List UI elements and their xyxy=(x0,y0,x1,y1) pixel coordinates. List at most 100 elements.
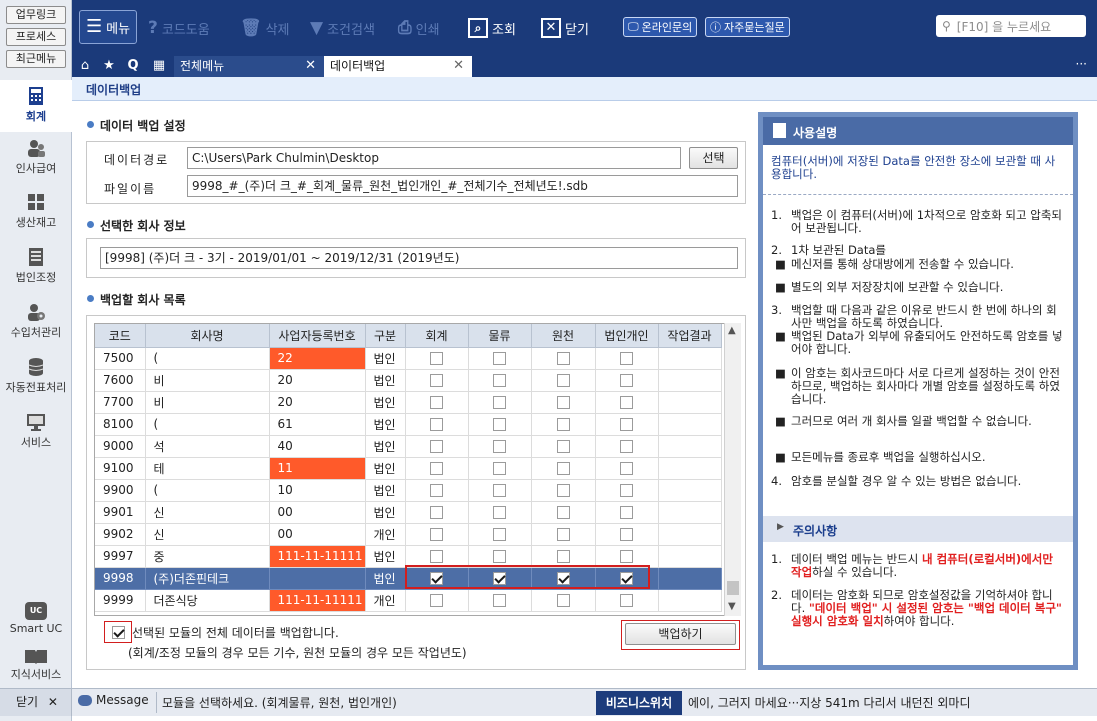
close-icon[interactable]: ✕ xyxy=(305,56,316,76)
cell-name[interactable]: 석 xyxy=(145,435,270,458)
filter-search-button[interactable]: ▼ 조건검색 xyxy=(310,15,375,41)
menu-button[interactable]: ☰ 메뉴 xyxy=(79,10,137,44)
cell-name[interactable]: (주)더존핀테크 xyxy=(145,567,270,590)
cell-result[interactable] xyxy=(658,413,722,436)
module-checkbox[interactable] xyxy=(430,440,443,453)
table-row[interactable]: 9901 신 00 법인 xyxy=(95,501,722,524)
module-checkbox[interactable] xyxy=(430,462,443,475)
cell-type[interactable]: 법인 xyxy=(365,391,406,414)
col-name[interactable]: 회사명 xyxy=(145,324,270,348)
scroll-down-icon[interactable]: ▼ xyxy=(728,601,736,612)
module-checkbox[interactable] xyxy=(556,418,570,431)
cell-corp[interactable] xyxy=(595,523,659,546)
module-checkbox[interactable] xyxy=(493,352,506,365)
cell-log[interactable] xyxy=(468,391,532,414)
cell-result[interactable] xyxy=(658,435,722,458)
rail-item-payroll[interactable]: 인사급여 xyxy=(0,138,72,184)
module-checkbox[interactable] xyxy=(556,396,570,409)
module-checkbox[interactable] xyxy=(556,352,570,365)
module-checkbox[interactable] xyxy=(430,594,443,607)
module-checkbox[interactable] xyxy=(556,528,570,541)
cell-bizno[interactable]: 10 xyxy=(269,479,366,502)
col-result[interactable]: 작업결과 xyxy=(658,324,722,348)
cell-bizno[interactable]: 22 xyxy=(269,347,366,370)
rail-item-service[interactable]: 서비스 xyxy=(0,412,72,458)
module-checkbox[interactable] xyxy=(430,374,443,387)
cell-name[interactable]: 비 xyxy=(145,369,270,392)
col-code[interactable]: 코드 xyxy=(95,324,146,348)
cell-tax[interactable] xyxy=(531,413,596,436)
cell-result[interactable] xyxy=(658,545,722,568)
faq-button[interactable]: ⓘ 자주묻는질문 xyxy=(705,17,790,37)
module-checkbox[interactable] xyxy=(620,440,633,453)
cell-bizno[interactable] xyxy=(269,567,366,590)
module-checkbox[interactable] xyxy=(430,396,443,409)
col-accounting[interactable]: 회계 xyxy=(405,324,469,348)
rail-item-auto-voucher[interactable]: 자동전표처리 xyxy=(0,357,72,403)
cell-result[interactable] xyxy=(658,347,722,370)
col-corp-personal[interactable]: 법인개인 xyxy=(595,324,659,348)
module-checkbox[interactable] xyxy=(430,418,443,431)
star-icon[interactable]: ★ xyxy=(98,57,120,75)
module-checkbox[interactable] xyxy=(620,418,633,431)
module-checkbox[interactable] xyxy=(493,550,506,563)
cell-bizno[interactable]: 20 xyxy=(269,369,366,392)
module-checkbox[interactable] xyxy=(493,506,506,519)
rail-item-import[interactable]: 수입처관리 xyxy=(0,302,72,348)
col-type[interactable]: 구분 xyxy=(365,324,406,348)
cell-log[interactable] xyxy=(468,479,532,502)
cell-bizno[interactable]: 00 xyxy=(269,501,366,524)
filename-field[interactable]: 9998_#_(주)더 크_#_회계_물류_원천_법인개인_#_전체기수_전체년… xyxy=(187,175,738,197)
cell-acc[interactable] xyxy=(405,347,469,370)
cell-result[interactable] xyxy=(658,567,722,590)
cell-log[interactable] xyxy=(468,347,532,370)
table-scrollbar[interactable]: ▲ ▼ xyxy=(724,323,741,616)
cell-acc[interactable] xyxy=(405,523,469,546)
print-button[interactable]: ⎙ 인쇄 xyxy=(398,15,440,41)
cell-corp[interactable] xyxy=(595,391,659,414)
scroll-up-icon[interactable]: ▲ xyxy=(728,325,736,336)
module-checkbox[interactable] xyxy=(620,462,633,475)
module-checkbox[interactable] xyxy=(430,484,443,497)
cell-acc[interactable] xyxy=(405,391,469,414)
cell-type[interactable]: 법인 xyxy=(365,545,406,568)
cell-type[interactable]: 법인 xyxy=(365,347,406,370)
backup-all-checkbox[interactable] xyxy=(112,626,125,639)
cell-name[interactable]: 비 xyxy=(145,391,270,414)
home-icon[interactable]: ⌂ xyxy=(74,57,96,75)
table-row[interactable]: 9902 신 00 개인 xyxy=(95,523,722,546)
online-inquiry-button[interactable]: 🖵 온라인문의 xyxy=(623,17,698,37)
cell-bizno[interactable]: 111-11-11111 xyxy=(269,589,366,612)
cell-code[interactable]: 9998 xyxy=(95,567,146,590)
lookup-button[interactable]: ⌕ 조회 xyxy=(468,15,516,41)
cell-tax[interactable] xyxy=(531,347,596,370)
cell-acc[interactable] xyxy=(405,413,469,436)
cell-corp[interactable] xyxy=(595,457,659,480)
rail-item-accounting[interactable]: 회계 xyxy=(0,80,72,132)
table-row[interactable]: 7600 비 20 법인 xyxy=(95,369,722,392)
recent-menu-button[interactable]: 최근메뉴 xyxy=(6,50,66,68)
cell-name[interactable]: ( xyxy=(145,347,270,370)
cell-corp[interactable] xyxy=(595,435,659,458)
cell-bizno[interactable]: 11 xyxy=(269,457,366,480)
code-help-button[interactable]: ? 코드도움 xyxy=(148,15,210,41)
cell-result[interactable] xyxy=(658,457,722,480)
cell-tax[interactable] xyxy=(531,435,596,458)
table-row[interactable]: 9100 테 11 법인 xyxy=(95,457,722,480)
cell-acc[interactable] xyxy=(405,545,469,568)
module-checkbox[interactable] xyxy=(430,352,443,365)
module-checkbox[interactable] xyxy=(430,550,443,563)
module-checkbox[interactable] xyxy=(620,506,633,519)
table-row[interactable]: 9999 더존식당 111-11-11111 개인 xyxy=(95,589,722,612)
cell-type[interactable]: 법인 xyxy=(365,567,406,590)
module-checkbox[interactable] xyxy=(556,506,570,519)
module-checkbox[interactable] xyxy=(556,550,570,563)
tab-data-backup[interactable]: 데이터백업 ✕ xyxy=(324,56,472,77)
delete-button[interactable]: 🗑 삭제 xyxy=(240,15,290,41)
cell-bizno[interactable]: 61 xyxy=(269,413,366,436)
select-button[interactable]: 선택 xyxy=(689,147,738,169)
tab-all-menu[interactable]: 전체메뉴 ✕ xyxy=(174,56,324,77)
cell-tax[interactable] xyxy=(531,369,596,392)
cell-corp[interactable] xyxy=(595,589,659,612)
cell-tax[interactable] xyxy=(531,457,596,480)
